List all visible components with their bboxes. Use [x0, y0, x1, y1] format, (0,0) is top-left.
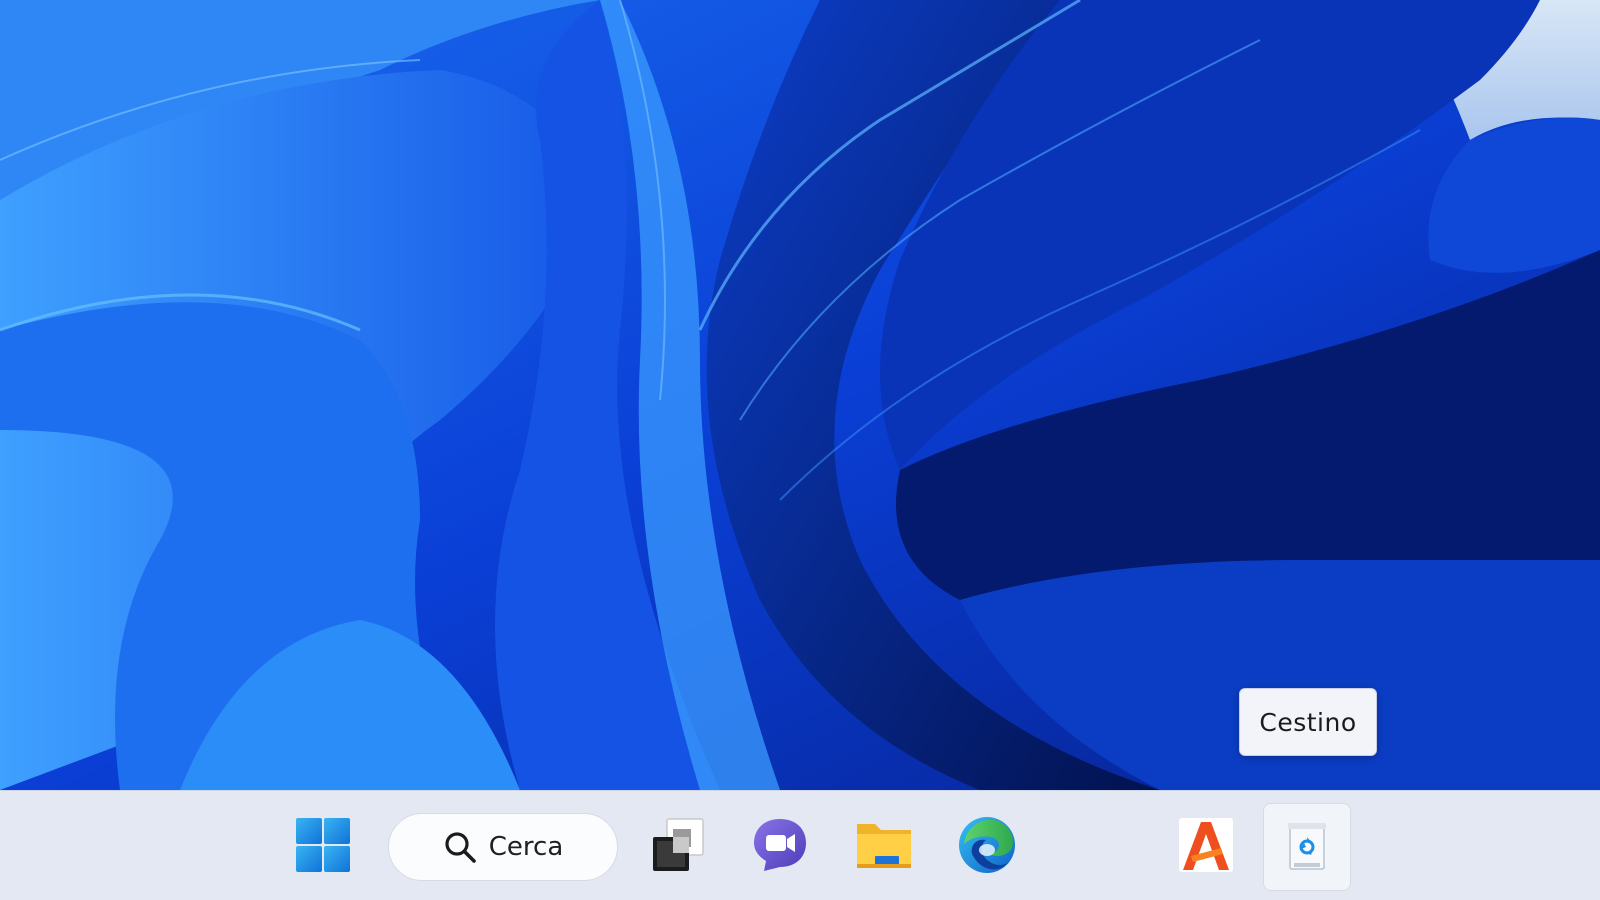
- search-icon: [445, 832, 476, 863]
- folder-icon: [857, 824, 911, 868]
- file-explorer-button[interactable]: [850, 811, 918, 879]
- desktop: Cestino Cerca: [0, 0, 1600, 900]
- taskbar: Cerca: [0, 790, 1600, 900]
- wallpaper-bloom: [0, 0, 1600, 790]
- orange-a-app-icon: [1179, 818, 1233, 872]
- recycle-bin-icon: [1288, 823, 1326, 870]
- search-input[interactable]: Cerca: [388, 813, 618, 881]
- orange-a-app-button[interactable]: [1172, 811, 1240, 879]
- tooltip-label: Cestino: [1259, 707, 1357, 737]
- search-label: Cerca: [488, 832, 564, 862]
- edge-browser-button[interactable]: [953, 811, 1021, 879]
- recycle-bin-button[interactable]: [1263, 803, 1351, 891]
- task-view-button[interactable]: [643, 811, 711, 879]
- start-button[interactable]: [289, 811, 357, 879]
- teams-chat-button[interactable]: [746, 811, 814, 879]
- recycle-bin-tooltip: Cestino: [1239, 688, 1377, 756]
- teams-video-icon: [754, 819, 806, 871]
- windows-logo-icon: [296, 818, 350, 872]
- task-view-icon: [653, 818, 704, 871]
- edge-browser-icon: [959, 817, 1015, 873]
